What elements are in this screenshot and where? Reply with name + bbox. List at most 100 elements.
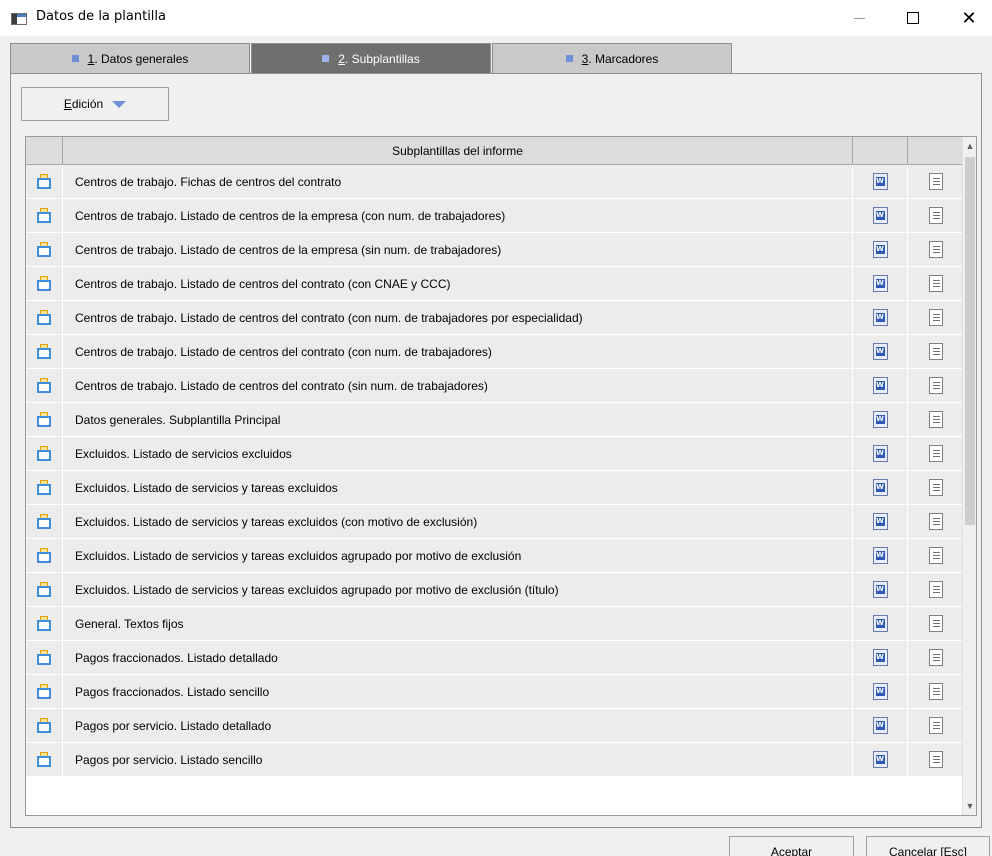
- row-icon-cell: [26, 403, 63, 436]
- row-doc-cell: [908, 607, 964, 640]
- row-doc-cell: [908, 471, 964, 504]
- table-row[interactable]: Centros de trabajo. Listado de centros d…: [26, 369, 964, 403]
- close-button[interactable]: ✕: [946, 0, 992, 36]
- cancel-button[interactable]: Cancelar [Esc]: [866, 836, 990, 856]
- close-icon: ✕: [961, 7, 977, 29]
- dropdown-arrow-icon: [112, 100, 127, 108]
- scroll-up-icon[interactable]: ▲: [963, 137, 976, 155]
- maximize-button[interactable]: [890, 0, 936, 36]
- table-row[interactable]: Pagos por servicio. Listado sencillo: [26, 743, 964, 777]
- word-document-icon[interactable]: [872, 547, 888, 564]
- table-row[interactable]: Excluidos. Listado de servicios excluido…: [26, 437, 964, 471]
- word-document-icon[interactable]: [872, 445, 888, 462]
- text-document-icon[interactable]: [928, 343, 943, 360]
- subtemplate-icon: [36, 343, 52, 360]
- tab-square-icon: [565, 55, 573, 62]
- table-row[interactable]: Datos generales. Subplantilla Principal: [26, 403, 964, 437]
- tab-square-icon: [322, 55, 330, 62]
- text-document-icon[interactable]: [928, 615, 943, 632]
- table-row[interactable]: Centros de trabajo. Listado de centros d…: [26, 267, 964, 301]
- table-row[interactable]: Pagos por servicio. Listado detallado: [26, 709, 964, 743]
- vertical-scrollbar[interactable]: ▲ ▼: [962, 137, 976, 815]
- word-document-icon[interactable]: [872, 275, 888, 292]
- row-name: Centros de trabajo. Listado de centros d…: [63, 335, 853, 368]
- scroll-thumb[interactable]: [965, 157, 975, 525]
- header-doc-column: [908, 137, 964, 165]
- text-document-icon[interactable]: [928, 377, 943, 394]
- word-document-icon[interactable]: [872, 241, 888, 258]
- row-name: Excluidos. Listado de servicios y tareas…: [63, 471, 853, 504]
- title-bar: Datos de la plantilla ✕: [0, 0, 992, 36]
- row-doc-cell: [908, 505, 964, 538]
- row-name: Pagos por servicio. Listado sencillo: [63, 743, 853, 776]
- subtemplate-icon: [36, 207, 52, 224]
- text-document-icon[interactable]: [928, 411, 943, 428]
- table-row[interactable]: Centros de trabajo. Listado de centros d…: [26, 301, 964, 335]
- word-document-icon[interactable]: [872, 411, 888, 428]
- tab-marcadores[interactable]: 3. Marcadores: [492, 43, 732, 73]
- tab-number: 3: [581, 51, 589, 66]
- word-document-icon[interactable]: [872, 377, 888, 394]
- subtemplate-icon: [36, 275, 52, 292]
- text-document-icon[interactable]: [928, 445, 943, 462]
- subplantillas-grid: Subplantillas del informe Centros de tra…: [25, 136, 977, 816]
- grid-header: Subplantillas del informe: [26, 137, 964, 165]
- text-document-icon[interactable]: [928, 173, 943, 190]
- row-word-cell: [853, 471, 908, 504]
- word-document-icon[interactable]: [872, 751, 888, 768]
- word-document-icon[interactable]: [872, 479, 888, 496]
- table-row[interactable]: General. Textos fijos: [26, 607, 964, 641]
- table-row[interactable]: Pagos fraccionados. Listado detallado: [26, 641, 964, 675]
- text-document-icon[interactable]: [928, 581, 943, 598]
- word-document-icon[interactable]: [872, 717, 888, 734]
- table-row[interactable]: Excluidos. Listado de servicios y tareas…: [26, 573, 964, 607]
- edit-menu-button[interactable]: Edición: [21, 87, 169, 121]
- edit-mnemonic: E: [63, 97, 72, 111]
- subtemplate-icon: [36, 649, 52, 666]
- word-document-icon[interactable]: [872, 615, 888, 632]
- word-document-icon[interactable]: [872, 207, 888, 224]
- row-name: Pagos por servicio. Listado detallado: [63, 709, 853, 742]
- text-document-icon[interactable]: [928, 207, 943, 224]
- table-row[interactable]: Pagos fraccionados. Listado sencillo: [26, 675, 964, 709]
- row-word-cell: [853, 573, 908, 606]
- row-icon-cell: [26, 709, 63, 742]
- row-name: Centros de trabajo. Fichas de centros de…: [63, 165, 853, 198]
- text-document-icon[interactable]: [928, 717, 943, 734]
- accept-button[interactable]: Aceptar: [729, 836, 854, 856]
- word-document-icon[interactable]: [872, 581, 888, 598]
- text-document-icon[interactable]: [928, 513, 943, 530]
- word-document-icon[interactable]: [872, 173, 888, 190]
- text-document-icon[interactable]: [928, 479, 943, 496]
- table-row[interactable]: Excluidos. Listado de servicios y tareas…: [26, 471, 964, 505]
- window-title: Datos de la plantilla: [36, 9, 166, 24]
- row-name: Excluidos. Listado de servicios y tareas…: [63, 505, 853, 538]
- table-row[interactable]: Centros de trabajo. Listado de centros d…: [26, 233, 964, 267]
- row-icon-cell: [26, 233, 63, 266]
- table-row[interactable]: Centros de trabajo. Listado de centros d…: [26, 335, 964, 369]
- word-document-icon[interactable]: [872, 343, 888, 360]
- minimize-button[interactable]: [836, 0, 882, 36]
- tab-subplantillas[interactable]: 2. Subplantillas: [251, 43, 491, 73]
- subtemplate-icon: [36, 615, 52, 632]
- text-document-icon[interactable]: [928, 241, 943, 258]
- text-document-icon[interactable]: [928, 683, 943, 700]
- text-document-icon[interactable]: [928, 649, 943, 666]
- table-row[interactable]: Centros de trabajo. Listado de centros d…: [26, 199, 964, 233]
- subtemplate-icon: [36, 411, 52, 428]
- tab-datos-generales[interactable]: 1. Datos generales: [10, 43, 250, 73]
- scroll-down-icon[interactable]: ▼: [963, 797, 976, 815]
- word-document-icon[interactable]: [872, 513, 888, 530]
- text-document-icon[interactable]: [928, 547, 943, 564]
- word-document-icon[interactable]: [872, 649, 888, 666]
- table-row[interactable]: Excluidos. Listado de servicios y tareas…: [26, 505, 964, 539]
- word-document-icon[interactable]: [872, 309, 888, 326]
- table-row[interactable]: Centros de trabajo. Fichas de centros de…: [26, 165, 964, 199]
- text-document-icon[interactable]: [928, 309, 943, 326]
- maximize-icon: [907, 12, 919, 24]
- text-document-icon[interactable]: [928, 751, 943, 768]
- table-row[interactable]: Excluidos. Listado de servicios y tareas…: [26, 539, 964, 573]
- row-name: Pagos fraccionados. Listado detallado: [63, 641, 853, 674]
- word-document-icon[interactable]: [872, 683, 888, 700]
- text-document-icon[interactable]: [928, 275, 943, 292]
